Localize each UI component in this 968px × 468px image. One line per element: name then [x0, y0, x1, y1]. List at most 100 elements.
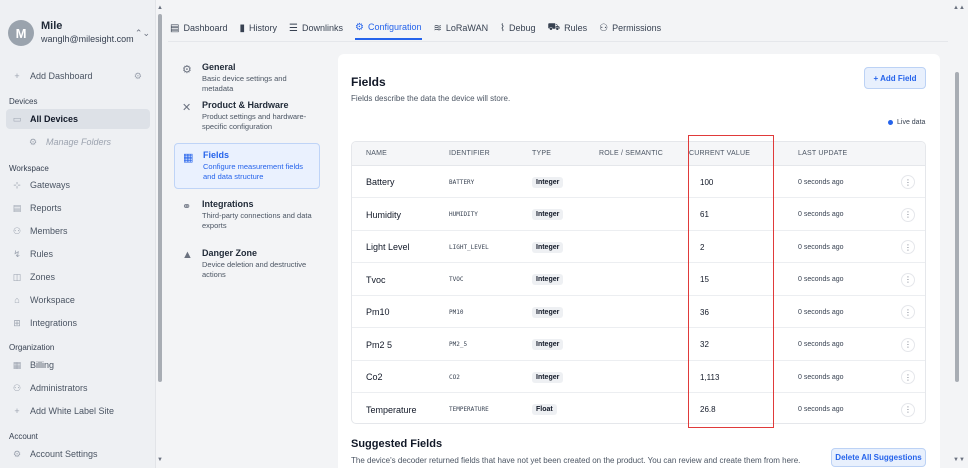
sidebar-item-gateways[interactable]: ⊹ Gateways	[6, 175, 150, 195]
settings-nav-danger-zone[interactable]: ▲ Danger Zone Device deletion and destru…	[174, 242, 320, 286]
sidebar-scrollbar[interactable]: ▲ ▼	[156, 0, 164, 468]
delete-all-suggestions-button[interactable]: Delete All Suggestions	[831, 448, 926, 467]
sidebar-item-members[interactable]: ⚇ Members	[6, 221, 150, 241]
sidebar-item-account-settings[interactable]: ⚙ Account Settings	[6, 444, 150, 464]
settings-nav-desc: Third-party connections and data exports	[202, 211, 312, 230]
section-workspace: Workspace	[9, 164, 49, 173]
sidebar-item-label: Rules	[30, 249, 54, 259]
sidebar-item-label: Zones	[30, 272, 56, 282]
more-options-icon[interactable]: ⋮	[901, 272, 915, 287]
warning-icon: ▲	[182, 249, 193, 261]
tab-permissions[interactable]: ⚇ Permissions	[599, 16, 661, 40]
chevron-up-down-icon[interactable]: ⌃⌄	[135, 28, 150, 39]
users-icon: ⚇	[12, 382, 22, 393]
account-name: Mile	[41, 20, 63, 32]
scroll-down-arrow-icon[interactable]: ▼▼	[950, 456, 968, 464]
scroll-down-arrow-icon[interactable]: ▼	[156, 456, 164, 464]
type-text: Integer	[532, 339, 564, 350]
sidebar-item-zones[interactable]: ◫ Zones	[6, 267, 150, 287]
rules-icon: ↯	[13, 248, 21, 259]
table-header: NAME IDENTIFIER TYPE ROLE / SEMANTIC CUR…	[352, 142, 925, 166]
section-devices: Devices	[9, 97, 38, 106]
settings-nav-title: Danger Zone	[202, 248, 258, 258]
settings-nav-integrations[interactable]: ⚭ Integrations Third-party connections a…	[174, 193, 320, 237]
cell-identifier: TEMPERATURE	[449, 394, 489, 424]
tab-dashboard[interactable]: ▤ Dashboard	[170, 16, 227, 40]
sidebar-item-manage-folders[interactable]: ⚙ Manage Folders	[6, 132, 150, 152]
tab-debug[interactable]: ⌇ Debug	[500, 16, 535, 40]
more-options-icon[interactable]: ⋮	[901, 207, 915, 222]
table-row[interactable]: Humidity HUMIDITY Integer 61 0 seconds ago ⋮	[352, 199, 925, 231]
tab-rules[interactable]: ⛟ Rules	[548, 16, 588, 40]
sidebar-item-administrators[interactable]: ⚇ Administrators	[6, 378, 150, 398]
sidebar-item-integrations[interactable]: ⊞ Integrations	[6, 313, 150, 333]
sidebar-item-all-devices[interactable]: ▭ All Devices	[6, 109, 150, 129]
cell-identifier: LIGHT_LEVEL	[449, 231, 489, 263]
table-row[interactable]: Pm10 PM10 Integer 36 0 seconds ago ⋮	[352, 296, 925, 328]
live-data-indicator: Live data	[888, 119, 925, 126]
tab-label: Dashboard	[183, 23, 228, 33]
settings-nav-desc: Device deletion and destructive actions	[202, 260, 307, 279]
more-options-icon[interactable]: ⋮	[901, 305, 915, 319]
more-options-icon[interactable]: ⋮	[901, 240, 915, 254]
table-row[interactable]: Co2 CO2 Integer 1,113 0 seconds ago ⋮	[352, 361, 925, 393]
sidebar-item-add-white-label[interactable]: + Add White Label Site	[6, 401, 150, 421]
more-options-icon[interactable]: ⋮	[901, 337, 915, 352]
avatar: M	[8, 20, 34, 46]
page-scrollbar[interactable]: ▲▲ ▼▼	[950, 0, 968, 468]
scrollbar-thumb[interactable]	[158, 14, 162, 382]
gear-icon[interactable]: ⚙	[134, 71, 142, 82]
cell-type: Integer	[532, 166, 564, 198]
table-row[interactable]: Pm2 5 PM2_5 Integer 32 0 seconds ago ⋮	[352, 329, 925, 361]
table-row[interactable]: Battery BATTERY Integer 100 0 seconds ago ⋮	[352, 166, 925, 198]
sidebar-item-label: Gateways	[30, 180, 71, 190]
name-text: Pm2 5	[366, 339, 393, 350]
sidebar-item-billing[interactable]: ▦ Billing	[6, 355, 150, 375]
workspace-icon: ⌂	[14, 295, 20, 305]
bar-chart-icon: ▮	[239, 22, 245, 34]
settings-nav-title: Fields	[203, 150, 230, 160]
tab-lorawan[interactable]: ≋ LoRaWAN	[434, 16, 489, 40]
sidebar-item-rules[interactable]: ↯ Rules	[6, 244, 150, 264]
settings-nav-product-hardware[interactable]: ✕ Product & Hardware Product settings an…	[174, 94, 320, 138]
tools-icon: ✕	[182, 102, 192, 114]
add-dashboard-button[interactable]: + Add Dashboard ⚙	[6, 66, 150, 86]
page-title: Fields	[351, 75, 386, 89]
scroll-up-arrow-icon[interactable]: ▲	[156, 4, 164, 12]
billing-icon: ▦	[12, 359, 22, 370]
tab-label: History	[249, 23, 278, 33]
scrollbar-thumb[interactable]	[955, 72, 959, 382]
more-options-icon[interactable]: ⋮	[901, 370, 915, 384]
sidebar-item-workspace[interactable]: ⌂ Workspace	[6, 290, 150, 310]
updated-text: 0 seconds ago	[798, 308, 844, 316]
more-options-icon[interactable]: ⋮	[901, 402, 915, 417]
settings-nav-desc: Configure measurement fields and data st…	[203, 162, 304, 181]
more-options-icon[interactable]: ⋮	[901, 175, 915, 189]
table-row[interactable]: Light Level LIGHT_LEVEL Integer 2 0 seconds …	[352, 231, 925, 263]
device-tabs: ▤ Dashboard ▮ History ☰ Downlinks ⚙ Configur…	[170, 16, 673, 40]
cell-identifier: HUMIDITY	[449, 199, 478, 231]
sidebar-item-label: Workspace	[30, 295, 75, 305]
cell-updated: 0 seconds ago	[798, 394, 844, 424]
add-field-button[interactable]: + Add Field	[864, 67, 926, 89]
table-row[interactable]: Tvoc TVOC Integer 15 0 seconds ago ⋮	[352, 264, 925, 296]
cell-identifier: PM2_5	[449, 329, 467, 361]
updated-text: 0 seconds ago	[798, 373, 844, 381]
cell-name: Humidity	[366, 199, 401, 231]
name-text: Tvoc	[366, 274, 386, 285]
scroll-up-arrow-icon[interactable]: ▲▲	[950, 4, 968, 12]
account-switcher[interactable]: M Mile wanglh@milesight.com ⌃⌄	[8, 12, 150, 54]
cell-updated: 0 seconds ago	[798, 296, 844, 328]
settings-nav-fields[interactable]: ▦ Fields Configure measurement fields an…	[174, 143, 320, 189]
current-value-highlight	[688, 135, 774, 428]
tab-history[interactable]: ▮ History	[239, 16, 277, 40]
identifier-text: LIGHT_LEVEL	[449, 243, 489, 251]
tab-label: Permissions	[612, 23, 662, 33]
tab-configuration[interactable]: ⚙ Configuration	[355, 16, 422, 40]
table-row[interactable]: Temperature TEMPERATURE Float 26.8 0 seconds…	[352, 394, 925, 424]
fields-description: Fields describe the data the device will…	[351, 94, 511, 103]
sidebar-item-reports[interactable]: ▤ Reports	[6, 198, 150, 218]
rules-icon: ⛟	[547, 21, 561, 33]
tab-label: Rules	[564, 23, 588, 33]
tab-downlinks[interactable]: ☰ Downlinks	[289, 16, 343, 40]
